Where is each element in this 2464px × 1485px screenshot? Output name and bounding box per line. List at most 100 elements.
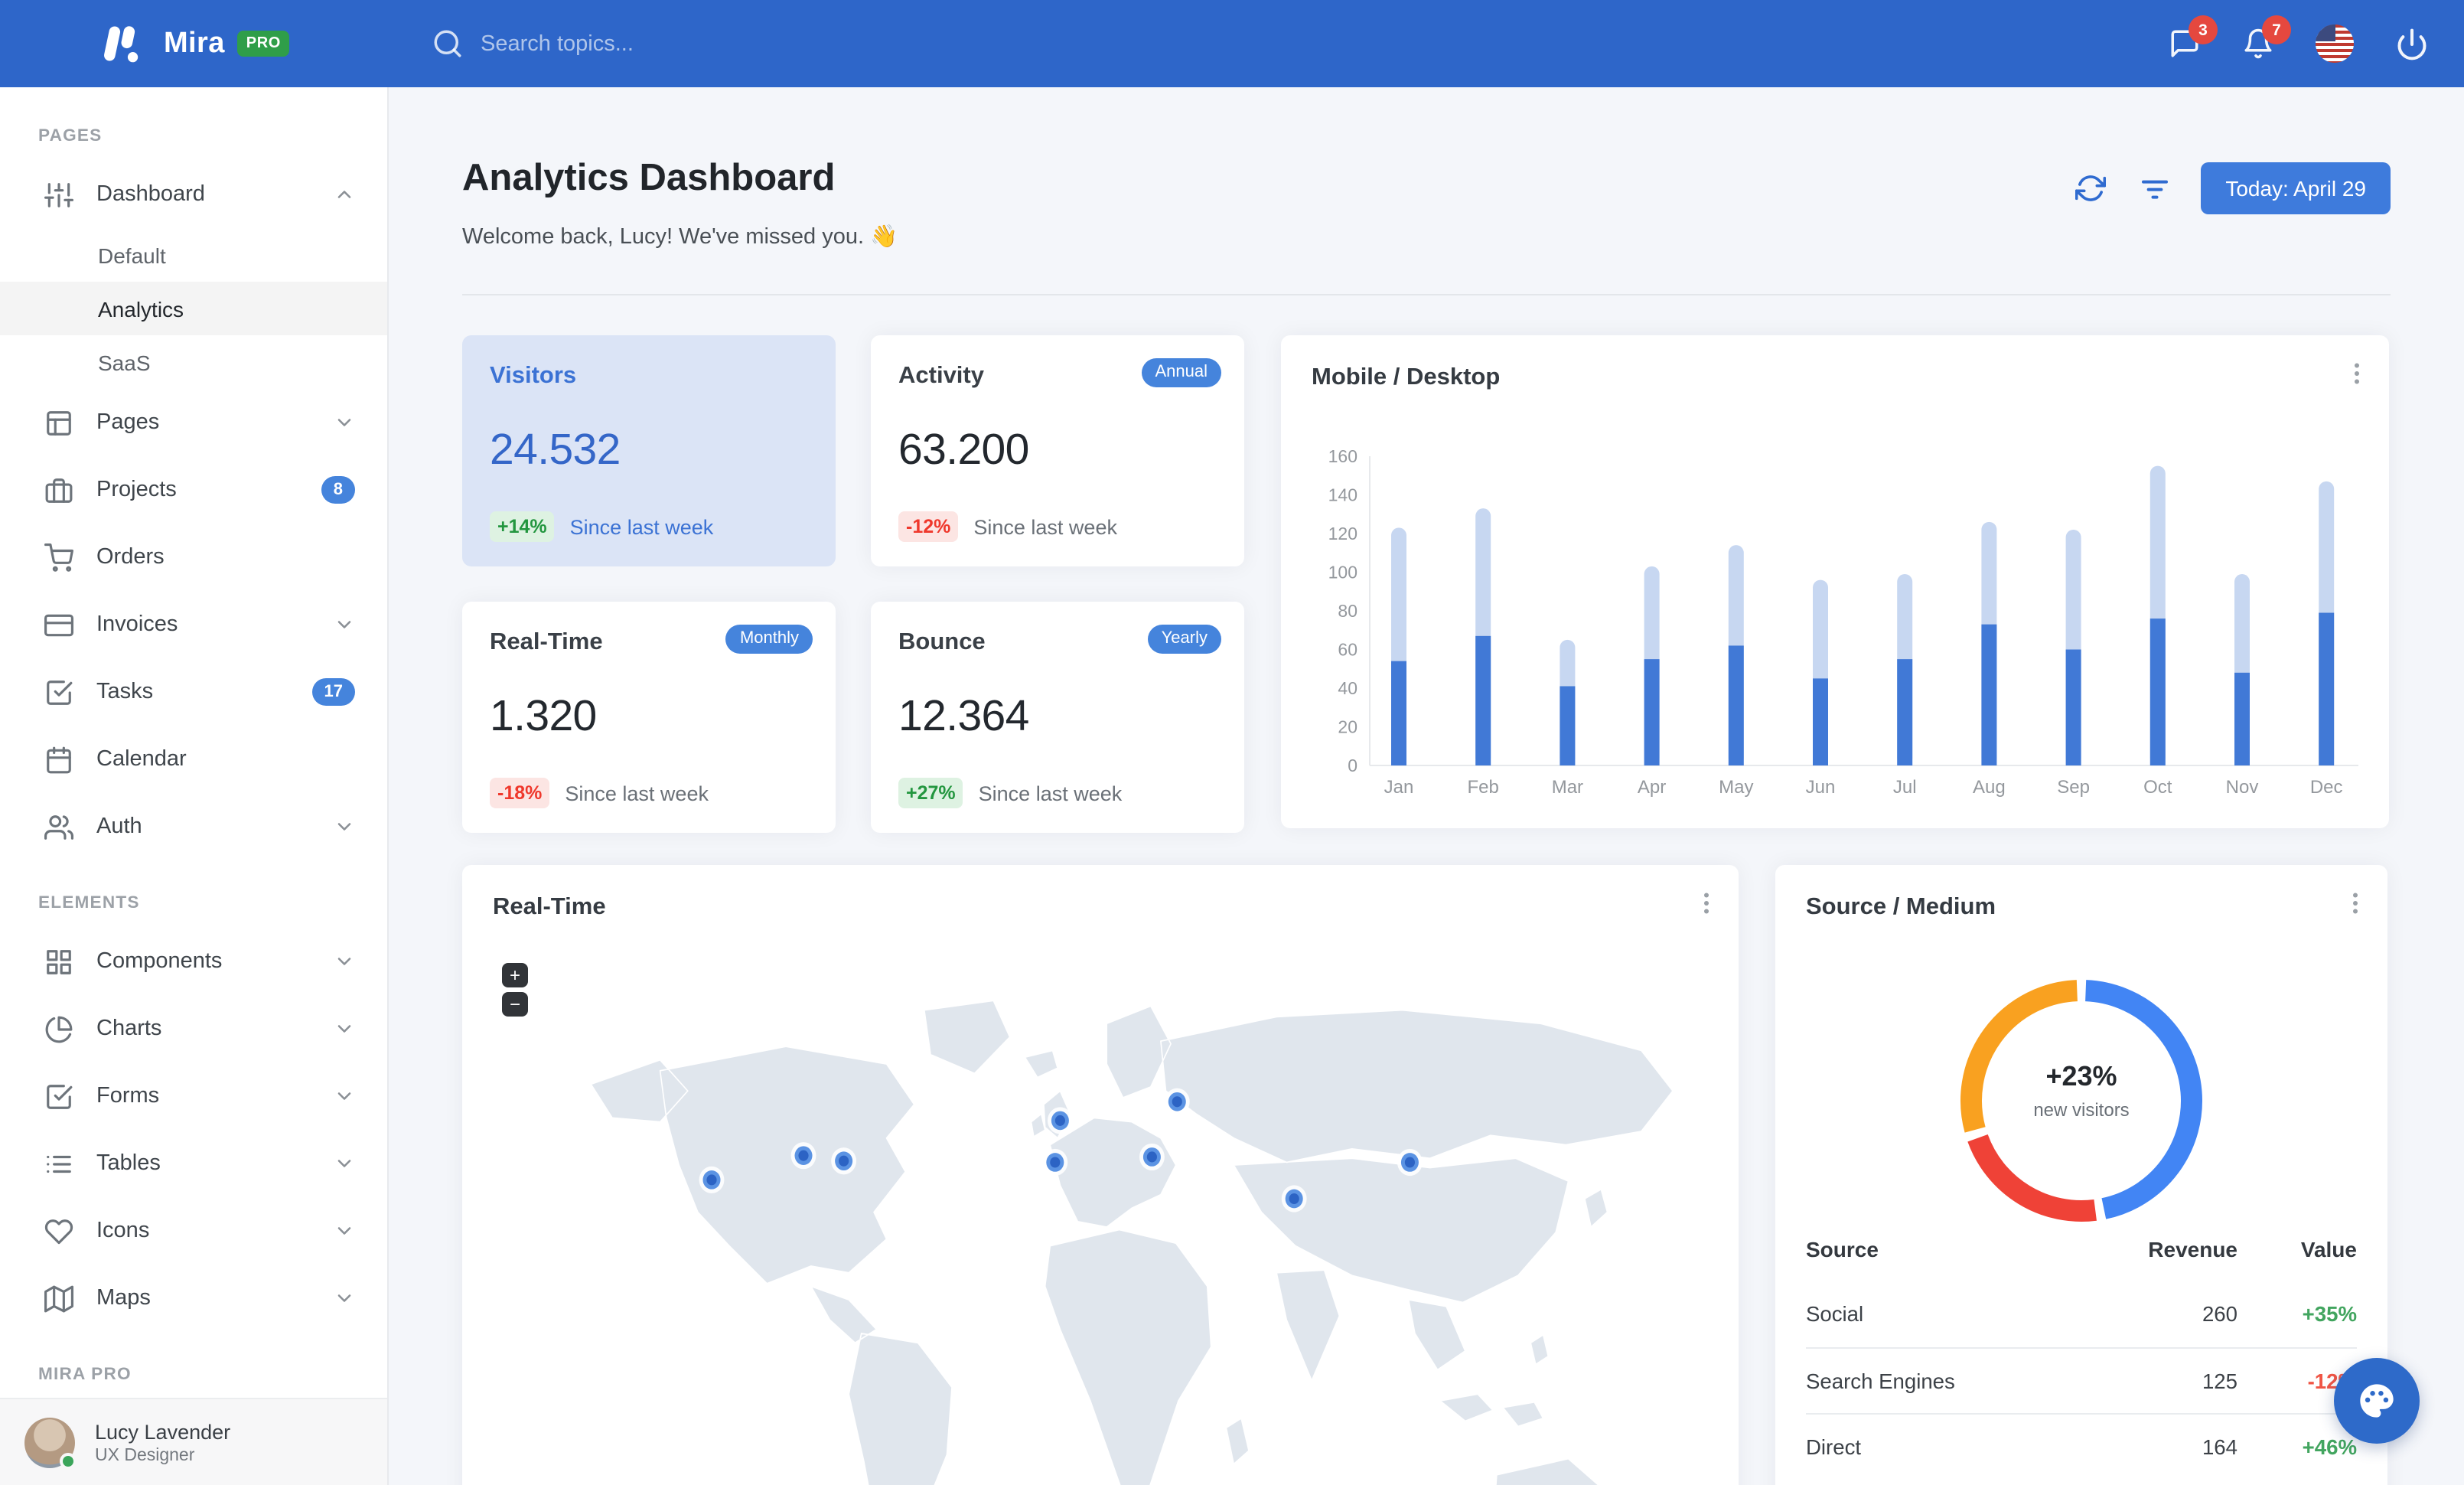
donut-slice-direct[interactable]	[1960, 980, 2078, 1133]
table-cell: 260	[2202, 1303, 2237, 1326]
delta-caption: Since last week	[973, 515, 1117, 538]
table-row: Direct 164 +46%	[1806, 1413, 2357, 1479]
search-icon	[434, 30, 461, 57]
x-axis-label: Jun	[1806, 777, 1836, 798]
language-selector[interactable]	[2316, 24, 2354, 63]
table-cell: Search Engines	[1806, 1369, 1955, 1392]
main-content: Analytics Dashboard Welcome back, Lucy! …	[389, 87, 2464, 1485]
bar-desktop-jan[interactable]	[1391, 661, 1406, 765]
sidebar-item-maps[interactable]: Maps	[0, 1265, 387, 1332]
card-menu-button[interactable]	[2342, 889, 2369, 917]
x-axis-label: Aug	[1973, 777, 2006, 798]
map-marker-moscow[interactable]	[1164, 1088, 1190, 1115]
map-marker-madrid[interactable]	[1042, 1148, 1068, 1177]
refresh-button[interactable]	[2075, 173, 2107, 204]
map-marker-chicago[interactable]	[790, 1142, 816, 1170]
activity-card: Activity Annual 63.200 -12% Since last w…	[871, 335, 1244, 566]
bar-desktop-sep[interactable]	[2065, 649, 2081, 766]
y-axis-tick: 60	[1338, 640, 1357, 660]
map-zoom-in-button[interactable]: +	[502, 963, 528, 987]
filter-button[interactable]	[2140, 173, 2170, 204]
period-badge[interactable]: Yearly	[1147, 625, 1221, 654]
brand[interactable]: Mira PRO	[101, 0, 290, 87]
sidebar-item-label: SaaS	[98, 350, 151, 374]
bounce-value: 12.364	[898, 692, 1029, 741]
briefcase-icon	[45, 478, 73, 502]
sidebar-item-label: Analytics	[98, 296, 184, 321]
card-menu-button[interactable]	[2343, 360, 2371, 387]
sidebar: Pages Dashboard Default Analytics SaaS P…	[0, 87, 389, 1485]
header-divider	[462, 294, 2391, 295]
messages-button[interactable]: 3	[2169, 15, 2218, 60]
realtime-value: 1.320	[490, 692, 597, 741]
bar-desktop-jul[interactable]	[1897, 659, 1913, 765]
map-marker-beijing[interactable]	[1397, 1148, 1423, 1177]
sidebar-item-invoices[interactable]: Invoices	[0, 591, 387, 658]
x-axis-label: Oct	[2143, 777, 2172, 798]
sidebar-item-dashboard[interactable]: Dashboard	[0, 161, 387, 228]
sidebar-item-label: Auth	[96, 814, 142, 839]
bar-desktop-aug[interactable]	[1981, 624, 1997, 765]
x-axis-label: Jul	[1893, 777, 1917, 798]
user-name: Lucy Lavender	[95, 1420, 231, 1443]
sidebar-item-auth[interactable]: Auth	[0, 793, 387, 860]
calendar-icon	[47, 746, 71, 773]
x-axis-label: Mar	[1552, 777, 1583, 798]
card-title: Real-Time	[493, 894, 606, 920]
period-badge[interactable]: Monthly	[725, 625, 813, 654]
y-axis-tick: 140	[1328, 485, 1357, 505]
notifications-button[interactable]: 7	[2242, 15, 2291, 60]
search-input[interactable]	[481, 31, 787, 56]
bar-desktop-dec[interactable]	[2319, 612, 2335, 765]
map-marker-san-francisco[interactable]	[699, 1166, 725, 1193]
sidebar-item-saas[interactable]: SaaS	[0, 335, 387, 389]
y-axis-tick: 0	[1348, 756, 1357, 775]
sidebar-item-projects[interactable]: Projects 8	[0, 456, 387, 524]
sign-out-button[interactable]	[2395, 27, 2429, 60]
period-badge[interactable]: Annual	[1141, 358, 1221, 387]
sidebar-item-icons[interactable]: Icons	[0, 1197, 387, 1265]
sidebar-item-components[interactable]: Components	[0, 928, 387, 995]
map-zoom-out-button[interactable]: −	[502, 992, 528, 1017]
more-vertical-icon	[2353, 893, 2358, 914]
sidebar-item-label: Charts	[96, 1017, 162, 1041]
bar-desktop-mar[interactable]	[1560, 686, 1576, 765]
sidebar-item-analytics[interactable]: Analytics	[0, 282, 387, 335]
donut-slice-search-engines[interactable]	[1967, 1134, 2097, 1222]
map-marker-london[interactable]	[1047, 1107, 1073, 1134]
sidebar-item-tasks[interactable]: Tasks 17	[0, 658, 387, 726]
map-marker-delhi[interactable]	[1281, 1185, 1307, 1212]
map-marker-new-york[interactable]	[831, 1147, 857, 1175]
bar-desktop-may[interactable]	[1728, 645, 1744, 765]
table-cell: Direct	[1806, 1435, 1862, 1458]
sidebar-item-forms[interactable]: Forms	[0, 1062, 387, 1130]
refresh-icon	[2075, 175, 2107, 201]
theme-settings-fab[interactable]	[2334, 1358, 2420, 1444]
sidebar-item-charts[interactable]: Charts	[0, 995, 387, 1062]
page-title: Analytics Dashboard	[462, 158, 836, 199]
world-map[interactable]	[471, 963, 1729, 1485]
sidebar-item-label: Icons	[96, 1219, 150, 1243]
bar-desktop-oct[interactable]	[2149, 618, 2166, 765]
bar-desktop-apr[interactable]	[1644, 659, 1660, 765]
bar-desktop-jun[interactable]	[1813, 678, 1828, 765]
top-navbar: Mira PRO 3 7	[0, 0, 2464, 87]
user-menu[interactable]: Lucy Lavender UX Designer	[0, 1398, 387, 1485]
bar-desktop-nov[interactable]	[2234, 672, 2250, 765]
card-menu-button[interactable]	[1693, 889, 1720, 917]
sidebar-item-pages[interactable]: Pages	[0, 389, 387, 456]
sidebar-item-orders[interactable]: Orders	[0, 524, 387, 591]
map-marker-ankara[interactable]	[1139, 1143, 1165, 1171]
y-axis-tick: 100	[1328, 563, 1357, 583]
chevron-down-icon	[337, 621, 351, 628]
donut-slice-social[interactable]	[2085, 980, 2202, 1219]
x-axis-label: Jan	[1384, 777, 1414, 798]
x-axis-label: Sep	[2057, 777, 2090, 798]
sidebar-item-default[interactable]: Default	[0, 228, 387, 282]
x-axis-label: Nov	[2226, 777, 2259, 798]
date-range-button[interactable]: Today: April 29	[2201, 162, 2391, 214]
sidebar-item-calendar[interactable]: Calendar	[0, 726, 387, 793]
bar-desktop-feb[interactable]	[1475, 635, 1491, 765]
sidebar-item-tables[interactable]: Tables	[0, 1130, 387, 1197]
sidebar-item-label: Tasks	[96, 680, 154, 704]
